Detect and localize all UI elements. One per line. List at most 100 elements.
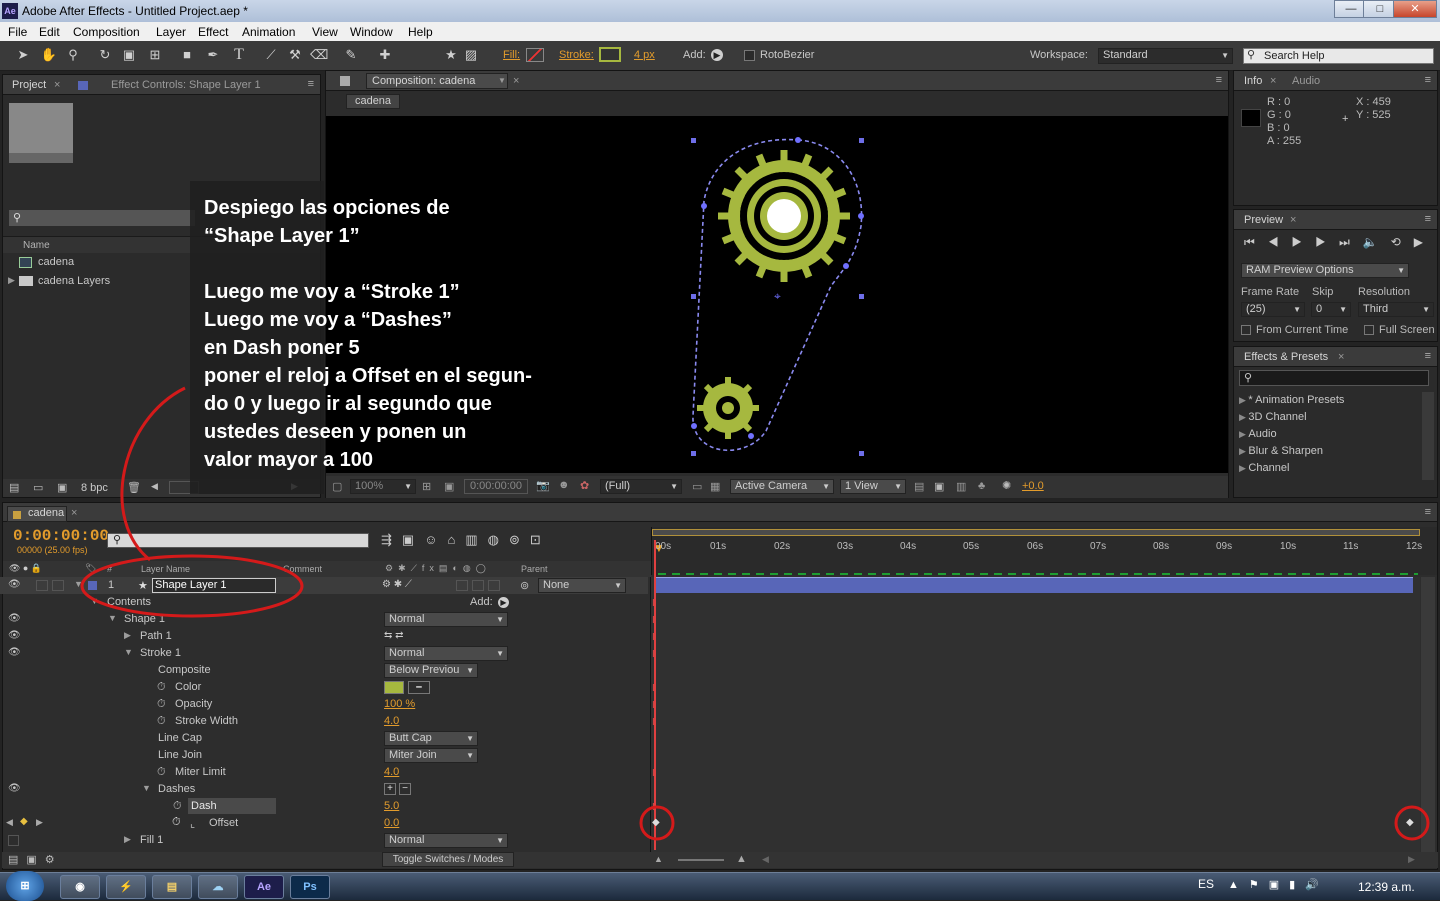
- layer-name-header[interactable]: Layer Name: [141, 564, 190, 574]
- scroll-left-icon[interactable]: ◀: [762, 854, 769, 865]
- tab-timeline-cadena[interactable]: cadena: [28, 507, 64, 519]
- ram-preview-options-select[interactable]: RAM Preview Options: [1241, 263, 1409, 278]
- line-join-select[interactable]: Miter Join: [384, 748, 478, 763]
- opacity-value[interactable]: 100 %: [384, 698, 415, 710]
- workspace-select[interactable]: Standard: [1098, 48, 1233, 64]
- comment-header[interactable]: Comment: [283, 564, 322, 574]
- frame-rate-select[interactable]: (25): [1241, 302, 1305, 317]
- timeline-current-time[interactable]: 0:00:00:00: [13, 527, 109, 545]
- pen-tool-icon[interactable]: ✒: [204, 46, 222, 64]
- name-column-header[interactable]: Name: [23, 240, 50, 251]
- stroke-width-row[interactable]: ⏱ Stroke Width 4.0: [0, 713, 648, 730]
- brainstorm-icon[interactable]: ◍: [488, 532, 509, 547]
- new-folder-icon[interactable]: ▭: [33, 481, 43, 494]
- tab-info[interactable]: Info: [1244, 75, 1262, 87]
- effects-category-channel[interactable]: ▶ Channel: [1239, 460, 1344, 477]
- type-tool-icon[interactable]: T: [230, 46, 248, 64]
- start-button[interactable]: ⊞: [6, 871, 44, 901]
- auto-keyframe-icon[interactable]: ⊚: [509, 532, 530, 547]
- panel-menu-icon[interactable]: ≡: [1425, 74, 1431, 86]
- eyedropper-icon[interactable]: ━: [408, 681, 430, 694]
- add-keyframe-icon[interactable]: ◆: [20, 816, 28, 827]
- zoom-slider[interactable]: [678, 859, 724, 861]
- keyframe-start-icon[interactable]: ◆: [652, 817, 660, 828]
- effects-category-animation-presets[interactable]: ▶ * Animation Presets: [1239, 392, 1344, 409]
- label-color-swatch[interactable]: [88, 581, 97, 590]
- fill-swatch[interactable]: [526, 48, 544, 62]
- add-contents-icon[interactable]: ▶: [498, 597, 509, 608]
- parent-pickwhip-icon[interactable]: ⊚: [520, 579, 529, 592]
- comp-subtab-cadena[interactable]: cadena: [346, 94, 400, 109]
- zoom-out-icon[interactable]: ▲: [654, 854, 663, 864]
- eye-icon[interactable]: 👁: [8, 630, 21, 641]
- expand-triangle-icon[interactable]: ▼: [74, 579, 83, 589]
- stroke-color-swatch[interactable]: [384, 681, 404, 694]
- close-icon[interactable]: ×: [54, 79, 60, 91]
- resolution-select[interactable]: Third: [1358, 302, 1434, 317]
- close-icon[interactable]: ×: [513, 75, 519, 87]
- full-screen-checkbox[interactable]: [1364, 325, 1374, 335]
- line-cap-row[interactable]: Line Cap Butt Cap: [0, 730, 648, 747]
- interpret-footage-icon[interactable]: ▤: [9, 481, 19, 494]
- motion-blur-icon[interactable]: ▥: [465, 532, 487, 547]
- mask-visibility-icon[interactable]: ▣: [444, 480, 454, 493]
- add-dash-button[interactable]: +: [384, 783, 396, 795]
- brush-tool-icon[interactable]: ⟋: [262, 46, 280, 64]
- rotate-tool-icon[interactable]: ↻: [96, 46, 114, 64]
- expand-triangle-icon[interactable]: ▶: [8, 275, 15, 286]
- add-menu-icon[interactable]: ▶: [711, 49, 723, 61]
- contents-row[interactable]: ▼ Contents Add: ▶: [0, 594, 648, 611]
- dash-row[interactable]: ⏱ Dash 5.0: [0, 798, 648, 815]
- layer-name-field[interactable]: Shape Layer 1: [152, 578, 276, 593]
- track-area[interactable]: [650, 577, 1420, 852]
- dash-value[interactable]: 5.0: [384, 800, 399, 812]
- project-item-cadena-layers[interactable]: cadena Layers: [38, 275, 110, 287]
- menu-edit[interactable]: Edit: [39, 25, 60, 39]
- draft-3d-icon[interactable]: ▣: [402, 532, 424, 547]
- current-time-display[interactable]: 0:00:00:00: [464, 479, 528, 494]
- toggle-switches-modes-button[interactable]: Toggle Switches / Modes: [382, 852, 514, 867]
- clone-stamp-tool-icon[interactable]: ⚒: [286, 46, 304, 64]
- composite-select[interactable]: Below Previou: [384, 663, 478, 678]
- layer-row-shape-layer-1[interactable]: 👁 ▼ 1 ★ Shape Layer 1 ⚙ ✱ ⟋ ⊚ None: [0, 577, 648, 594]
- frame-blending-icon[interactable]: ⌂: [447, 532, 465, 547]
- tab-effect-controls[interactable]: Effect Controls: Shape Layer 1: [111, 79, 261, 91]
- timeline-footer-icons[interactable]: ▤▣⚙: [8, 853, 63, 866]
- close-icon[interactable]: ×: [1270, 75, 1276, 87]
- toggle-pixel-aspect-icon[interactable]: ▤: [914, 480, 924, 493]
- zoom-tool-icon[interactable]: ⚲: [64, 46, 82, 64]
- layer-switches-icons[interactable]: ⚙ ✱ ⟋: [382, 579, 412, 590]
- reset-exposure-icon[interactable]: ✺: [1002, 479, 1011, 492]
- taskbar-photos[interactable]: ☁: [198, 875, 238, 899]
- timeline-scrollbar[interactable]: [1421, 577, 1435, 852]
- offset-row[interactable]: ◀ ◆ ▶ ⏱ ⌞ Offset 0.0: [0, 815, 648, 832]
- clock[interactable]: 12:39 a.m.: [1358, 880, 1415, 894]
- rotobezier-checkbox[interactable]: [744, 50, 755, 61]
- line-join-row[interactable]: Line Join Miter Join: [0, 747, 648, 764]
- first-frame-icon[interactable]: ⏮: [1244, 235, 1268, 249]
- stopwatch-icon[interactable]: ⏱: [157, 681, 166, 694]
- line-cap-select[interactable]: Butt Cap: [384, 731, 478, 746]
- next-frame-icon[interactable]: ▶: [1315, 235, 1339, 249]
- stopwatch-icon[interactable]: ⏱: [157, 766, 166, 779]
- lock-icon[interactable]: [340, 76, 350, 86]
- graph-icon[interactable]: ⌞: [190, 817, 195, 830]
- panel-menu-icon[interactable]: ≡: [1216, 74, 1222, 86]
- ram-preview-icon[interactable]: ▶: [1414, 235, 1436, 249]
- miter-limit-value[interactable]: 4.0: [384, 766, 399, 778]
- previous-frame-icon[interactable]: ◀: [1268, 235, 1292, 249]
- eye-icon[interactable]: 👁: [8, 579, 21, 590]
- opacity-row[interactable]: ⏱ Opacity 100 %: [0, 696, 648, 713]
- stopwatch-icon[interactable]: ⏱: [157, 698, 166, 711]
- star-icon[interactable]: ★: [442, 46, 460, 64]
- shape-1-row[interactable]: 👁 ▼ Shape 1 Normal: [0, 611, 648, 628]
- eye-icon[interactable]: 👁: [8, 613, 21, 624]
- grid-icon[interactable]: ⊞: [422, 480, 431, 493]
- project-item-cadena[interactable]: cadena: [38, 256, 74, 268]
- previous-keyframe-icon[interactable]: ◀: [6, 817, 13, 828]
- maximize-button[interactable]: □: [1363, 0, 1397, 18]
- miter-limit-row[interactable]: ⏱ Miter Limit 4.0: [0, 764, 648, 781]
- color-row[interactable]: ⏱ Color ━: [0, 679, 648, 696]
- language-indicator[interactable]: ES: [1198, 877, 1214, 891]
- path-1-row[interactable]: 👁 ▶ Path 1 ⇆ ⇄: [0, 628, 648, 645]
